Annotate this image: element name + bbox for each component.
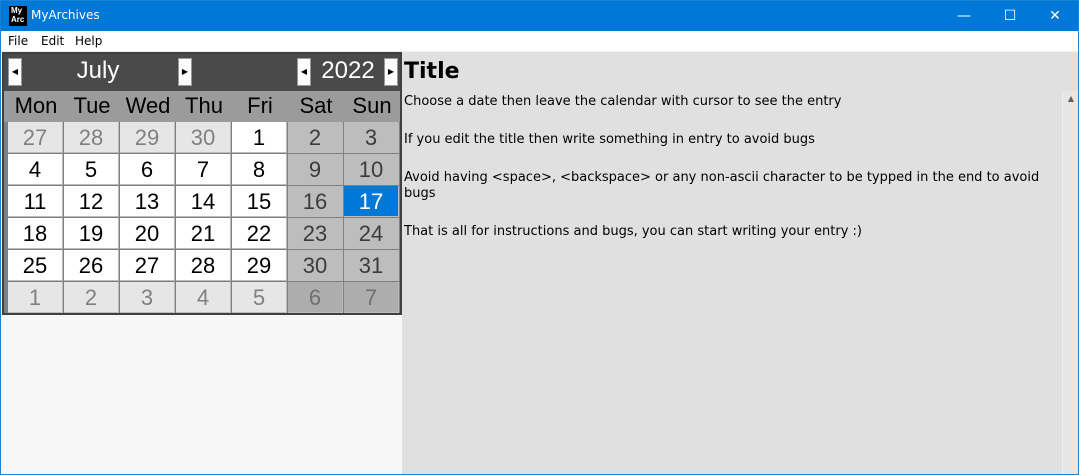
weekday-label: Mon [14,93,58,118]
day-cell[interactable]: 21 [176,218,231,249]
entry-line: That is all for instructions and bugs, y… [404,224,863,239]
left-panel: ◀ July ▶ ◀ 2022 ▶ Mon Tue Wed Thu Fri Sat Sun … [1,52,402,474]
day-cell[interactable]: 8 [232,154,287,185]
prev-month-button[interactable]: ◀ [8,58,22,86]
window-title: MyArchives [31,8,100,22]
day-cell[interactable]: 6 [288,282,343,313]
day-cell[interactable]: 5 [232,282,287,313]
day-cell[interactable]: 12 [64,186,119,217]
year-label: 2022 [321,57,375,84]
day-cell[interactable]: 28 [64,122,119,153]
weekday-label: Sat [299,93,333,118]
day-cell[interactable]: 15 [232,186,287,217]
weekday-label: Sun [352,93,392,118]
day-cell[interactable]: 9 [288,154,343,185]
day-cell[interactable]: 27 [120,250,175,281]
day-cell[interactable]: 26 [64,250,119,281]
entry-line: If you edit the title then write somethi… [404,132,815,147]
minimize-button[interactable]: — [941,1,987,31]
weekday-label: Fri [247,93,273,118]
menu-file[interactable]: File [8,34,28,48]
app-icon-text-2: Arc [11,15,25,24]
day-cell[interactable]: 19 [64,218,119,249]
day-cell[interactable]: 18 [8,218,63,249]
entry-text-area[interactable]: Choose a date then leave the calendar wi… [404,94,1060,262]
day-cell[interactable]: 7 [176,154,231,185]
day-cell[interactable]: 13 [120,186,175,217]
day-cell[interactable]: 30 [176,122,231,153]
day-cell[interactable]: 20 [120,218,175,249]
entry-panel: Title Choose a date then leave the calen… [402,52,1078,474]
day-cell[interactable]: 30 [288,250,343,281]
entry-line: Avoid having <space>, <backspace> or any… [404,170,1040,201]
day-cell[interactable]: 3 [344,122,399,153]
day-cell[interactable]: 5 [64,154,119,185]
day-cell[interactable]: 16 [288,186,343,217]
day-cell[interactable]: 6 [120,154,175,185]
day-cell[interactable]: 2 [288,122,343,153]
menu-help[interactable]: Help [75,34,102,48]
day-cell[interactable]: 2 [64,282,119,313]
weekday-header: Mon Tue Wed Thu Fri Sat Sun [4,91,400,122]
day-cell[interactable]: 11 [8,186,63,217]
day-cell[interactable]: 29 [120,122,175,153]
app-logo-icon: My Arc [9,6,27,26]
day-cell[interactable]: 1 [232,122,287,153]
close-button[interactable]: ✕ [1032,1,1078,31]
next-year-button[interactable]: ▶ [384,58,398,86]
entry-line: Choose a date then leave the calendar wi… [404,94,842,109]
day-cell[interactable]: 4 [176,282,231,313]
calendar-grid: 27 28 29 30 1 2 3 4 5 6 7 8 9 10 11 12 13 14 15 16 17 18 19 20 2… [8,122,400,314]
menu-edit[interactable]: Edit [41,34,64,48]
day-cell[interactable]: 29 [232,250,287,281]
day-cell[interactable]: 7 [344,282,399,313]
calendar: ◀ July ▶ ◀ 2022 ▶ Mon Tue Wed Thu Fri Sat Sun … [2,52,402,315]
entry-title[interactable]: Title [404,59,460,84]
day-cell[interactable]: 3 [120,282,175,313]
day-cell[interactable]: 10 [344,154,399,185]
day-cell[interactable]: 25 [8,250,63,281]
title-bar[interactable]: My Arc MyArchives — ☐ ✕ [1,1,1078,31]
scroll-up-icon[interactable]: ▲ [1063,91,1078,107]
next-month-button[interactable]: ▶ [178,58,192,86]
day-cell[interactable]: 1 [8,282,63,313]
month-label: July [76,57,120,84]
day-cell[interactable]: 14 [176,186,231,217]
calendar-header: ◀ July ▶ ◀ 2022 ▶ [4,54,400,91]
menu-bar: File Edit Help [1,31,1078,52]
day-cell[interactable]: 23 [288,218,343,249]
weekday-label: Tue [73,93,111,118]
vertical-scrollbar[interactable]: ▲ [1062,91,1078,474]
day-cell[interactable]: 31 [344,250,399,281]
weekday-label: Thu [185,93,223,118]
day-cell[interactable]: 24 [344,218,399,249]
day-cell[interactable]: 17 [344,186,399,217]
app-icon-text-1: My [11,6,23,15]
weekday-label: Wed [125,93,171,118]
maximize-button[interactable]: ☐ [987,1,1033,31]
prev-year-button[interactable]: ◀ [297,58,311,86]
day-cell[interactable]: 27 [8,122,63,153]
day-cell[interactable]: 22 [232,218,287,249]
day-cell[interactable]: 4 [8,154,63,185]
app-window: My Arc MyArchives — ☐ ✕ File Edit Help ◀… [0,0,1079,475]
day-cell[interactable]: 28 [176,250,231,281]
